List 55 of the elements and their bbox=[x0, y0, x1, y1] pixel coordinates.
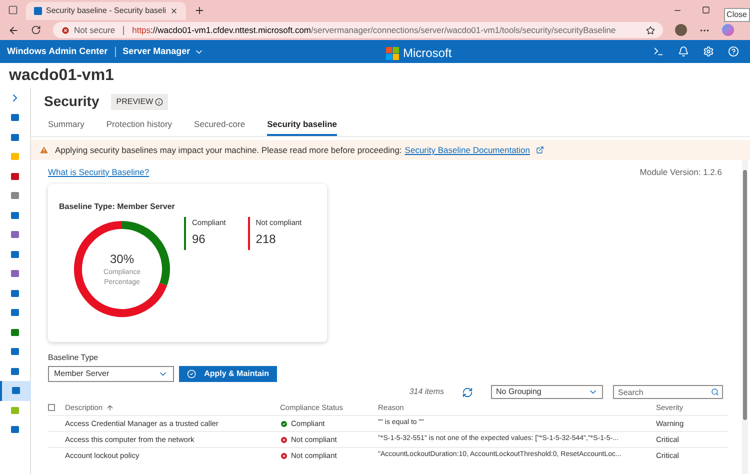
sidebar-item[interactable] bbox=[0, 381, 30, 400]
preview-badge[interactable]: PREVIEW bbox=[111, 94, 168, 110]
back-icon[interactable] bbox=[8, 24, 19, 36]
help-icon[interactable] bbox=[728, 46, 739, 57]
security-warning: Not secure bbox=[74, 24, 116, 36]
baseline-type-label: Baseline Type bbox=[48, 352, 100, 364]
help-link[interactable]: What is Security Baseline? bbox=[48, 166, 150, 178]
tab[interactable]: Security baseline bbox=[267, 118, 337, 136]
stat-value: 96 bbox=[192, 231, 206, 248]
search-field[interactable]: Search bbox=[613, 385, 723, 399]
page-title: Security bbox=[44, 92, 100, 111]
reload-icon[interactable] bbox=[31, 25, 41, 35]
grouping-dropdown[interactable]: No Grouping bbox=[491, 385, 603, 399]
close-tooltip: Close bbox=[724, 8, 750, 22]
baseline-type-dropdown[interactable]: Member Server bbox=[48, 366, 174, 382]
new-tab-icon[interactable] bbox=[194, 4, 205, 16]
sort-icon bbox=[106, 404, 114, 412]
module-version: Module Version: 1.2.6 bbox=[640, 166, 722, 178]
check-icon bbox=[280, 420, 288, 428]
select-all-checkbox[interactable] bbox=[48, 404, 55, 411]
maximize-icon[interactable] bbox=[702, 6, 710, 14]
item-count: 314 items bbox=[409, 386, 444, 398]
error-icon bbox=[280, 436, 288, 444]
address-bar[interactable]: Not secure https://wacdo01-vm1.cfdev.nttest.microsoft.com/servermanager/connections/server/wacdo01-vm1/tools/security/securityBaseline bbox=[53, 22, 663, 38]
url-text: https://wacdo01-vm1.cfdev.nttest.microsoft.com/servermanager/connections/server/wacdo01-vm1/tools/security/securityBaseline bbox=[132, 24, 616, 36]
server-title: wacdo01-vm1 bbox=[9, 66, 114, 86]
info-icon bbox=[155, 98, 164, 106]
refresh-icon[interactable] bbox=[462, 386, 473, 398]
card-title: Baseline Type: Member Server bbox=[59, 201, 176, 213]
tab[interactable]: Protection history bbox=[106, 118, 172, 136]
context-dropdown[interactable]: Server Manager bbox=[122, 44, 204, 58]
product-name: Windows Admin Center bbox=[7, 44, 108, 58]
stat-value: 218 bbox=[256, 231, 277, 248]
notification-icon[interactable] bbox=[678, 46, 689, 57]
error-icon bbox=[280, 452, 288, 460]
tab[interactable]: Summary bbox=[48, 118, 84, 136]
tab[interactable]: Secured-core bbox=[194, 118, 246, 136]
search-icon bbox=[711, 388, 719, 396]
check-icon bbox=[187, 369, 196, 379]
profile-avatar[interactable] bbox=[675, 24, 687, 36]
scrollbar[interactable] bbox=[742, 160, 748, 474]
warning-icon bbox=[39, 145, 49, 155]
documentation-link[interactable]: Security Baseline Documentation bbox=[404, 144, 530, 156]
browser-tab[interactable]: Security baseline - Security baseli bbox=[26, 2, 186, 20]
brand-name: Microsoft bbox=[403, 45, 452, 62]
close-icon[interactable] bbox=[170, 7, 178, 15]
external-link-icon bbox=[536, 146, 544, 154]
logo-icon bbox=[386, 46, 399, 60]
favorite-icon[interactable] bbox=[646, 26, 655, 34]
settings-icon[interactable] bbox=[703, 46, 714, 57]
compliance-percent: 30% bbox=[110, 251, 134, 268]
warning-message: Applying security baselines may impact your machine. Please read more before proceeding: bbox=[55, 144, 402, 156]
terminal-icon[interactable] bbox=[653, 46, 664, 57]
apply-button[interactable]: Apply & Maintain bbox=[179, 366, 277, 382]
error-icon bbox=[61, 26, 70, 34]
